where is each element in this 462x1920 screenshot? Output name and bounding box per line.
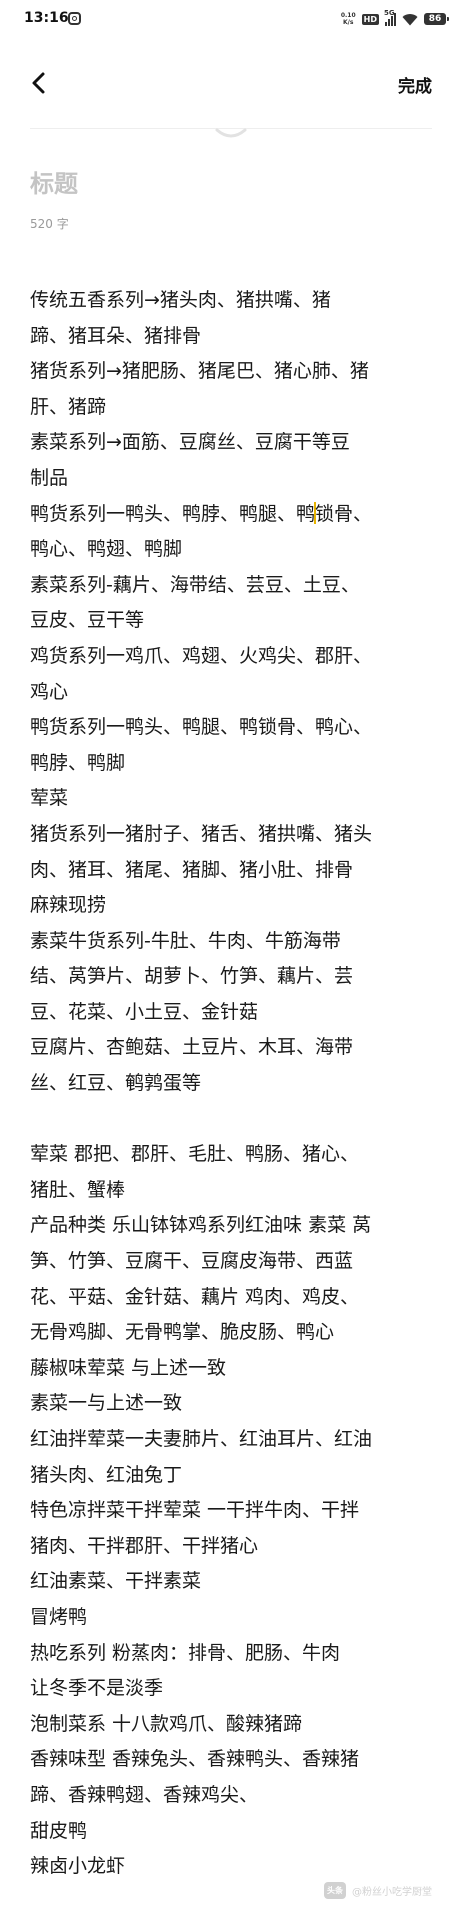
- text-line: 热吃系列 粉蒸肉：排骨、肥肠、牛肉: [30, 1641, 341, 1664]
- network-speed-value: 0.10: [340, 12, 356, 19]
- chevron-left-icon: [32, 72, 45, 94]
- text-line: 无骨鸡脚、无骨鸭掌、脆皮肠、鸭心: [30, 1321, 335, 1344]
- text-line: 豆、花菜、小土豆、金针菇: [30, 1000, 259, 1023]
- text-line: 鸡心: [30, 680, 69, 703]
- text-line: 鸡货系列一鸡爪、鸡翅、火鸡尖、郡肝、: [30, 644, 373, 667]
- text-line: 辣卤小龙虾: [30, 1855, 126, 1878]
- network-speed-unit: K/s: [343, 19, 354, 26]
- note-body[interactable]: 传统五香系列→猪头肉、猪拱嘴、猪 蹄、猪耳朵、猪排骨猪货系列→猪肥肠、猪尾巴、猪心…: [30, 283, 435, 1885]
- text-line: 甜皮鸭: [30, 1819, 88, 1842]
- text-line: 藤椒味荤菜 与上述一致: [30, 1356, 227, 1379]
- text-line: 素菜一与上述一致: [30, 1392, 183, 1415]
- text-line: 产品种类 乐山钵钵鸡系列红油味 素菜 莴: [30, 1214, 372, 1237]
- text-line: 鸭脖、鸭脚: [30, 751, 126, 774]
- battery-icon: 86: [424, 13, 449, 25]
- status-bar: 13:16 0.10 K/s HD 5G 86: [0, 0, 462, 38]
- text-line: 鸭货系列一鸭头、鸭腿、鸭锁骨、鸭心、: [30, 716, 373, 739]
- text-line: 花、平菇、金针菇、藕片 鸡肉、鸡皮、: [30, 1285, 360, 1308]
- text-line: 豆腐片、杏鲍菇、土豆片、木耳、海带: [30, 1036, 354, 1059]
- status-indicators: 0.10 K/s HD 5G 86: [341, 9, 449, 28]
- text-line: 素菜牛货系列-牛肚、牛肉、牛筋海带: [30, 929, 341, 952]
- text-line: 肝、猪蹄: [30, 395, 107, 418]
- hd-badge: HD: [361, 13, 379, 25]
- text-line: 肉、猪耳、猪尾、猪脚、猪小肚、排骨: [30, 858, 354, 881]
- text-line: 蹄、猪耳朵、猪排骨: [30, 324, 202, 347]
- text-line: 鸭心、鸭翅、鸭脚: [30, 538, 183, 561]
- text-line: 结、莴笋片、胡萝卜、竹笋、藕片、芸: [30, 965, 354, 988]
- text-line: 猪货系列→猪肥肠、猪尾巴、猪心肺、猪: [30, 360, 369, 383]
- app-notification-icon: [68, 12, 81, 25]
- text-line: 豆皮、豆干等: [30, 609, 145, 632]
- watermark: 头条 @粉丝小吃学厨堂: [324, 1882, 432, 1899]
- title-input[interactable]: 标题: [30, 164, 78, 199]
- text-line: 猪头肉、红油兔丁: [30, 1463, 183, 1486]
- network-speed: 0.10 K/s: [341, 12, 356, 26]
- text-line: 麻辣现捞: [30, 894, 107, 917]
- signal-strength-icon: 5G: [384, 9, 396, 26]
- done-button[interactable]: 完成: [398, 72, 432, 97]
- status-time: 13:16: [24, 10, 69, 26]
- text-line: 丝、红豆、鹌鹑蛋等: [30, 1072, 202, 1095]
- text-line: 红油拌荤菜一夫妻肺片、红油耳片、红油: [30, 1428, 373, 1450]
- watermark-text: @粉丝小吃学厨堂: [352, 1887, 432, 1898]
- text-line: 猪肉、干拌郡肝、干拌猪心: [30, 1534, 259, 1557]
- wifi-icon: [402, 13, 418, 25]
- text-line: 素菜系列→面筋、豆腐丝、豆腐干等豆: [30, 431, 350, 454]
- text-line: 香辣味型 香辣兔头、香辣鸭头、香辣猪: [30, 1748, 360, 1771]
- text-line: 素菜系列-藕片、海带结、芸豆、土豆、: [30, 573, 360, 596]
- text-line: 冒烤鸭: [30, 1605, 88, 1628]
- text-line: 特色凉拌菜干拌荤菜 一干拌牛肉、干拌: [30, 1499, 360, 1522]
- text-line: 猪肚、蟹棒: [30, 1178, 126, 1201]
- text-line: 传统五香系列→猪头肉、猪拱嘴、猪: [30, 289, 331, 311]
- network-type-label: 5G: [384, 8, 395, 17]
- word-count: 520 字: [30, 217, 69, 231]
- text-line: 蹄、香辣鸭翅、香辣鸡尖、: [30, 1783, 259, 1806]
- text-line: 笋、竹笋、豆腐干、豆腐皮海带、西蓝: [30, 1250, 354, 1273]
- text-line: 让冬季不是淡季: [30, 1677, 164, 1700]
- chevron-down-icon[interactable]: [209, 124, 253, 146]
- back-button[interactable]: [24, 68, 54, 98]
- text-line: 红油素菜、干拌素菜: [30, 1570, 202, 1593]
- text-line: 荤菜: [30, 787, 69, 810]
- text-line: 荤菜 郡把、郡肝、毛肚、鸭肠、猪心、: [30, 1143, 360, 1166]
- text-line: 鸭货系列一鸭头、鸭脖、鸭腿、鸭锁骨、: [30, 501, 373, 525]
- text-line: 猪货系列一猪肘子、猪舌、猪拱嘴、猪头: [30, 822, 373, 845]
- watermark-logo: 头条: [324, 1882, 346, 1899]
- text-line: 泡制菜系 十八款鸡爪、酸辣猪蹄: [30, 1712, 303, 1735]
- text-line: 制品: [30, 466, 69, 489]
- nav-bar: 完成: [0, 60, 462, 108]
